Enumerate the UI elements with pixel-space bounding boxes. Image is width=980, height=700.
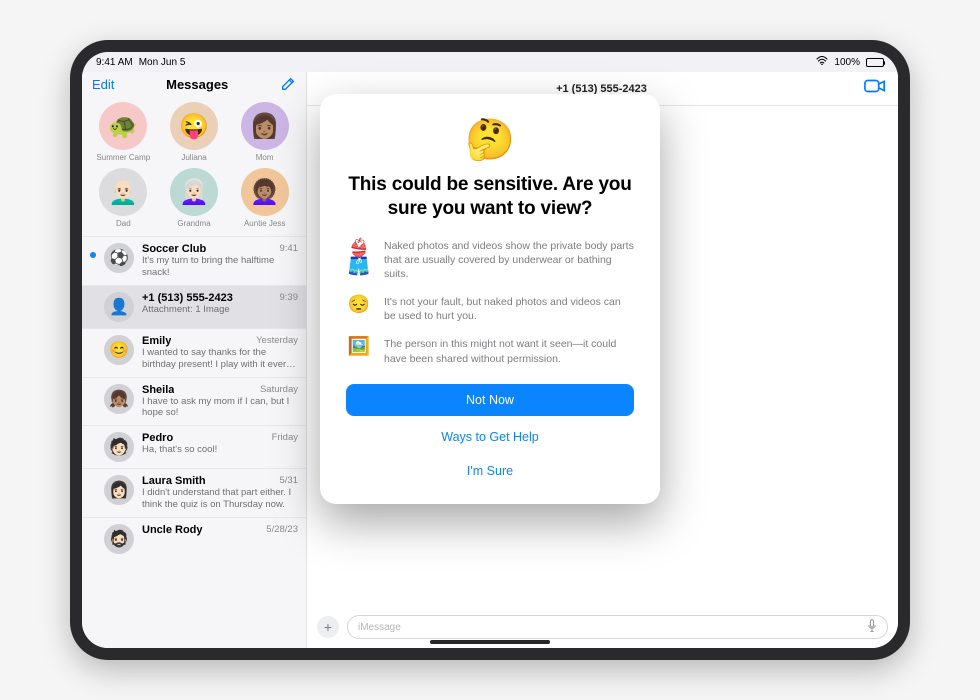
facetime-icon[interactable] — [864, 78, 886, 99]
info-icon: 👙🩳 — [346, 239, 372, 275]
home-indicator[interactable] — [430, 640, 550, 644]
conversation-preview: Attachment: 1 Image — [142, 304, 298, 316]
sheet-title: This could be sensitive. Are you sure yo… — [346, 173, 634, 221]
conversation-name: Emily — [142, 335, 171, 347]
pinned-contact[interactable]: 🐢 Summer Camp — [88, 102, 159, 162]
pinned-contact[interactable]: 👨🏻‍🦲 Dad — [88, 168, 159, 228]
info-row: 🖼️ The person in this might not want it s… — [346, 337, 634, 365]
compose-icon[interactable] — [280, 76, 296, 92]
conversation-preview: It's my turn to bring the halftime snack… — [142, 255, 298, 279]
avatar: 👩🏽‍🦱 — [241, 168, 289, 216]
conversation-time: 5/31 — [280, 475, 299, 487]
conversation-row[interactable]: 👩🏻 Laura Smith 5/31 I didn't understand … — [82, 468, 306, 517]
avatar: 🐢 — [99, 102, 147, 150]
info-icon: 🖼️ — [346, 337, 372, 355]
conversation-row[interactable]: 👧🏽 Sheila Saturday I have to ask my mom … — [82, 377, 306, 426]
conversation-preview: Ha, that's so cool! — [142, 444, 298, 456]
conversation-time: 9:39 — [280, 292, 299, 304]
conversation-time: 9:41 — [280, 243, 299, 255]
unread-dot — [90, 252, 96, 258]
pinned-contact[interactable]: 😜 Juliana — [159, 102, 230, 162]
conversation-name: Soccer Club — [142, 243, 206, 255]
sensitive-content-sheet: 🤔 This could be sensitive. Are you sure … — [320, 94, 660, 504]
avatar: ⚽ — [104, 243, 134, 273]
battery-icon — [866, 58, 884, 67]
conversation-preview: I wanted to say thanks for the birthday … — [142, 347, 298, 371]
info-row: 👙🩳 Naked photos and videos show the priva… — [346, 239, 634, 282]
info-icon: 😔 — [346, 295, 372, 313]
conversation-preview: I have to ask my mom if I can, but I hop… — [142, 396, 298, 420]
info-row: 😔 It's not your fault, but naked photos a… — [346, 295, 634, 323]
avatar: 😜 — [170, 102, 218, 150]
pin-label: Grandma — [177, 219, 210, 228]
dictate-icon[interactable] — [867, 619, 877, 636]
conversation-title[interactable]: +1 (513) 555-2423 — [339, 83, 864, 95]
pin-label: Dad — [116, 219, 131, 228]
avatar: 🧔🏻 — [104, 524, 134, 554]
avatar: 👧🏽 — [104, 384, 134, 414]
pinned-contact[interactable]: 👩🏻‍🦳 Grandma — [159, 168, 230, 228]
im-sure-button[interactable]: I'm Sure — [346, 458, 634, 484]
compose-placeholder: iMessage — [358, 622, 401, 633]
compose-bar: + iMessage — [307, 612, 898, 648]
avatar: 👩🏻‍🦳 — [170, 168, 218, 216]
not-now-button[interactable]: Not Now — [346, 384, 634, 416]
pinned-row: 🐢 Summer Camp 😜 Juliana 👩🏽 Mom 👨🏻‍🦲 Dad 👩🏻‍🦳 Gran… — [82, 98, 306, 236]
thinking-emoji-icon: 🤔 — [346, 116, 634, 163]
avatar: 😊 — [104, 335, 134, 365]
pinned-contact[interactable]: 👩🏽 Mom — [229, 102, 300, 162]
pin-label: Juliana — [181, 153, 206, 162]
conversation-row[interactable]: 👤 +1 (513) 555-2423 9:39 Attachment: 1 I… — [82, 285, 306, 328]
info-text: It's not your fault, but naked photos an… — [384, 295, 634, 323]
conversation-list[interactable]: ⚽ Soccer Club 9:41 It's my turn to bring… — [82, 236, 306, 648]
avatar: 👩🏽 — [241, 102, 289, 150]
ways-to-get-help-button[interactable]: Ways to Get Help — [346, 424, 634, 450]
avatar: 👤 — [104, 292, 134, 322]
avatar: 👨🏻‍🦲 — [99, 168, 147, 216]
conversation-name: Pedro — [142, 432, 173, 444]
status-time: 9:41 AM — [96, 57, 133, 68]
battery-pct: 100% — [834, 57, 860, 68]
conversation-preview: I didn't understand that part either. I … — [142, 487, 298, 511]
status-bar: 9:41 AM Mon Jun 5 100% — [82, 52, 898, 72]
messages-sidebar: Edit Messages 🐢 Summer Camp 😜 Juliana 👩🏽 Mom 👨… — [82, 72, 307, 648]
ipad-frame: 9:41 AM Mon Jun 5 100% Edit Messages — [70, 40, 910, 660]
edit-button[interactable]: Edit — [92, 77, 114, 92]
conversation-name: Sheila — [142, 384, 174, 396]
pin-label: Auntie Jess — [244, 219, 285, 228]
avatar: 🧑🏻 — [104, 432, 134, 462]
pin-label: Mom — [256, 153, 274, 162]
compose-input[interactable]: iMessage — [347, 615, 888, 639]
info-text: Naked photos and videos show the private… — [384, 239, 634, 282]
conversation-row[interactable]: 😊 Emily Yesterday I wanted to say thanks… — [82, 328, 306, 377]
pin-label: Summer Camp — [96, 153, 150, 162]
conversation-time: Friday — [272, 432, 298, 444]
wifi-icon — [816, 56, 828, 68]
pinned-contact[interactable]: 👩🏽‍🦱 Auntie Jess — [229, 168, 300, 228]
conversation-time: Yesterday — [256, 335, 298, 347]
avatar: 👩🏻 — [104, 475, 134, 505]
plus-icon[interactable]: + — [317, 616, 339, 638]
conversation-name: +1 (513) 555-2423 — [142, 292, 233, 304]
conversation-row[interactable]: 🧔🏻 Uncle Rody 5/28/23 — [82, 517, 306, 560]
info-text: The person in this might not want it see… — [384, 337, 634, 365]
conversation-time: Saturday — [260, 384, 298, 396]
conversation-row[interactable]: ⚽ Soccer Club 9:41 It's my turn to bring… — [82, 236, 306, 285]
sidebar-title: Messages — [166, 77, 228, 92]
status-date: Mon Jun 5 — [139, 57, 186, 68]
screen: 9:41 AM Mon Jun 5 100% Edit Messages — [82, 52, 898, 648]
conversation-name: Laura Smith — [142, 475, 206, 487]
conversation-row[interactable]: 🧑🏻 Pedro Friday Ha, that's so cool! — [82, 425, 306, 468]
conversation-name: Uncle Rody — [142, 524, 203, 536]
conversation-time: 5/28/23 — [266, 524, 298, 536]
